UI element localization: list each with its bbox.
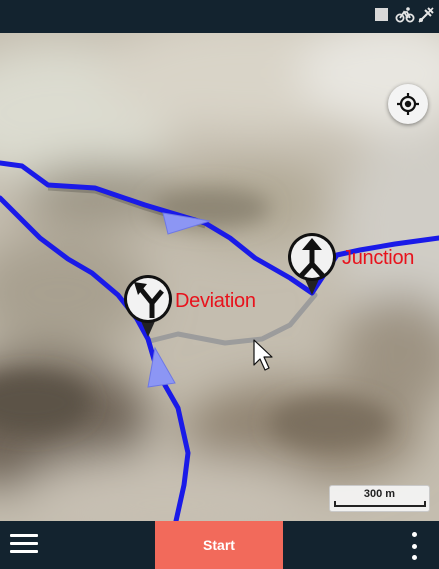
more-options-button[interactable]: [406, 532, 422, 560]
map-view[interactable]: Deviation Junction 300 m: [0, 33, 439, 521]
menu-line: [10, 550, 38, 553]
square-icon: [373, 6, 391, 24]
dot: [411, 555, 417, 560]
status-icons: [373, 6, 435, 24]
locate-button[interactable]: [388, 84, 428, 124]
bicycle-icon: [395, 6, 415, 24]
menu-line: [10, 534, 38, 537]
status-bar: [0, 0, 439, 33]
scale-label: 300 m: [363, 488, 396, 500]
gps-off-icon: [417, 6, 435, 24]
dot: [411, 532, 417, 537]
poi-label-deviation: Deviation: [175, 290, 256, 312]
hamburger-menu-button[interactable]: [10, 534, 38, 556]
bottom-toolbar: Start: [0, 521, 439, 569]
app-window: Deviation Junction 300 m Start: [0, 0, 439, 569]
map-scale: 300 m: [329, 485, 430, 512]
menu-line: [10, 542, 38, 545]
map-canvas[interactable]: [0, 33, 439, 521]
poi-label-junction: Junction: [342, 247, 415, 269]
crosshair-icon: [397, 93, 419, 115]
start-button[interactable]: Start: [155, 521, 283, 569]
dot: [411, 543, 417, 549]
scale-bar: [334, 501, 426, 507]
